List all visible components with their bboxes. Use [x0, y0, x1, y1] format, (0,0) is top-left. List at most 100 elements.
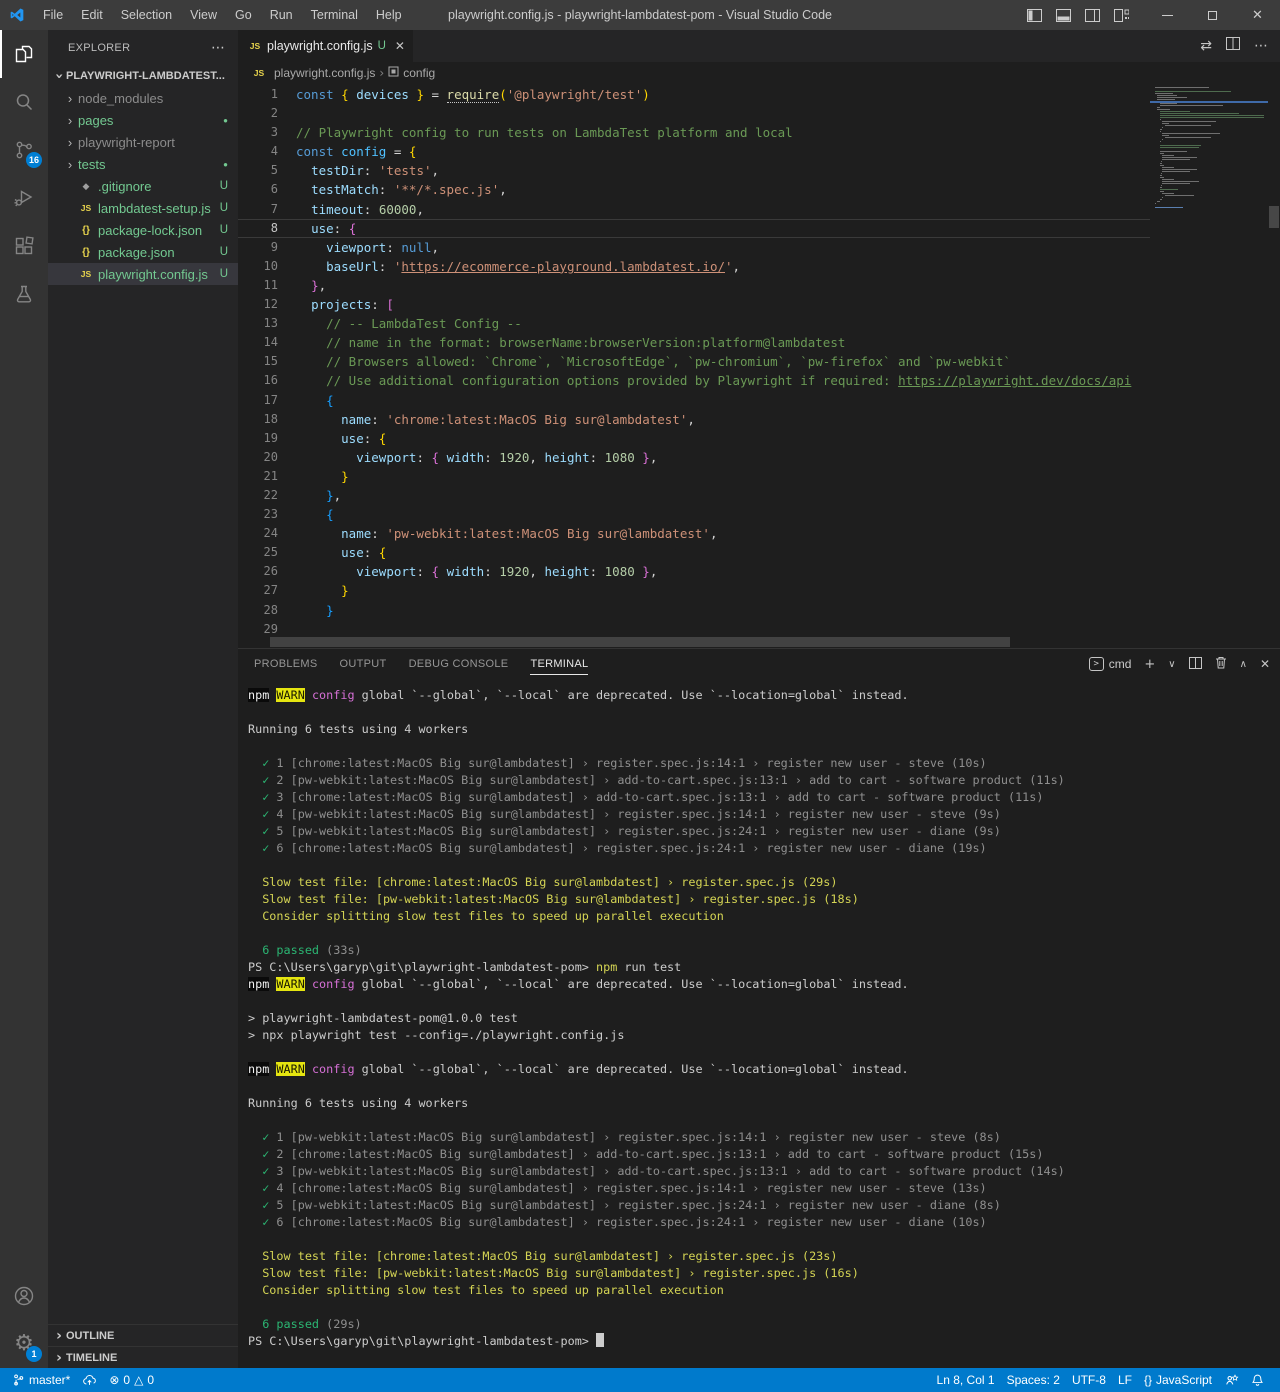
menu-edit[interactable]: Edit	[72, 0, 112, 30]
terminal-line: ✓ 1 [pw-webkit:latest:MacOS Big sur@lamb…	[248, 1129, 1280, 1146]
indentation-setting[interactable]: Spaces: 2	[1001, 1368, 1066, 1392]
panel-tab-terminal[interactable]: TERMINAL	[530, 649, 588, 679]
close-window-button[interactable]: ✕	[1235, 0, 1280, 30]
terminal-line: Running 6 tests using 4 workers	[248, 1095, 1280, 1112]
tree-folder-tests[interactable]: ›tests●	[48, 153, 238, 175]
tree-file-.gitignore[interactable]: ◆.gitignoreU	[48, 175, 238, 197]
editor-horizontal-scrollbar[interactable]	[238, 636, 1280, 648]
code-line-28: 28 }	[238, 601, 1150, 620]
menu-terminal[interactable]: Terminal	[302, 0, 367, 30]
menu-file[interactable]: File	[34, 0, 72, 30]
code-area[interactable]: 1const { devices } = require('@playwrigh…	[238, 84, 1150, 636]
editor-vertical-scrollbar[interactable]	[1268, 84, 1280, 636]
terminal-line	[248, 1231, 1280, 1248]
encoding-setting[interactable]: UTF-8	[1066, 1368, 1112, 1392]
source-control-icon[interactable]: 16	[0, 126, 48, 174]
tree-file-package.json[interactable]: {}package.jsonU	[48, 241, 238, 263]
terminal-output[interactable]: npm WARN config global `--global`, `--lo…	[238, 679, 1280, 1368]
breadcrumb-file[interactable]: playwright.config.js	[274, 66, 375, 80]
terminal-profile[interactable]: > cmd	[1089, 657, 1132, 671]
run-debug-icon[interactable]	[0, 174, 48, 222]
new-terminal-icon[interactable]: +	[1144, 657, 1155, 672]
outline-section[interactable]: › OUTLINE	[48, 1324, 238, 1346]
minimize-button[interactable]	[1145, 0, 1190, 30]
code-line-12: 12 projects: [	[238, 295, 1150, 314]
code-line-13: 13 // -- LambdaTest Config --	[238, 314, 1150, 333]
toggle-secondary-sidebar-icon[interactable]	[1085, 9, 1100, 22]
terminal-line: Slow test file: [chrome:latest:MacOS Big…	[248, 1248, 1280, 1265]
menu-selection[interactable]: Selection	[112, 0, 181, 30]
cursor-position[interactable]: Ln 8, Col 1	[931, 1368, 1001, 1392]
git-status-badge: U	[220, 268, 238, 280]
customize-layout-icon[interactable]	[1114, 9, 1129, 22]
testing-icon[interactable]	[0, 270, 48, 318]
menu-go[interactable]: Go	[226, 0, 261, 30]
close-tab-icon[interactable]: ✕	[395, 39, 405, 53]
timeline-section[interactable]: › TIMELINE	[48, 1346, 238, 1368]
menu-bar: FileEditSelectionViewGoRunTerminalHelp	[34, 0, 411, 30]
vscode-window: FileEditSelectionViewGoRunTerminalHelp p…	[0, 0, 1280, 1392]
terminal-line: 6 passed (33s)	[248, 942, 1280, 959]
tree-folder-node_modules[interactable]: ›node_modules	[48, 87, 238, 109]
notifications-bell-icon[interactable]	[1245, 1368, 1270, 1392]
eol-setting[interactable]: LF	[1112, 1368, 1138, 1392]
explorer-more-actions-icon[interactable]: ⋯	[211, 39, 226, 56]
js-file-icon: JS	[78, 269, 94, 279]
breadcrumb-symbol[interactable]: config	[403, 66, 435, 80]
settings-gear-icon[interactable]: ⚙ 1	[0, 1320, 48, 1368]
terminal-line: Slow test file: [pw-webkit:latest:MacOS …	[248, 1265, 1280, 1282]
chevron-right-icon: ›	[52, 1328, 66, 1344]
toggle-sidebar-icon[interactable]	[1027, 9, 1042, 22]
tree-file-lambdatest-setup.js[interactable]: JSlambdatest-setup.jsU	[48, 197, 238, 219]
close-panel-icon[interactable]: ✕	[1260, 657, 1270, 671]
panel-tab-problems[interactable]: PROBLEMS	[254, 649, 318, 679]
git-untracked-badge: U	[378, 40, 386, 52]
menu-view[interactable]: View	[181, 0, 226, 30]
maximize-button[interactable]	[1190, 0, 1235, 30]
tree-folder-pages[interactable]: ›pages●	[48, 109, 238, 131]
split-terminal-icon[interactable]	[1189, 657, 1202, 672]
code-editor[interactable]: 1const { devices } = require('@playwrigh…	[238, 84, 1280, 636]
tab-playwright-config[interactable]: JS playwright.config.js U ✕	[238, 30, 413, 62]
terminal-line	[248, 857, 1280, 874]
code-line-14: 14 // name in the format: browserName:br…	[238, 333, 1150, 352]
feedback-icon[interactable]	[1218, 1368, 1245, 1392]
terminal-line: PS C:\Users\garyp\git\playwright-lambdat…	[248, 1333, 1280, 1350]
maximize-panel-icon[interactable]: ∧	[1240, 659, 1247, 670]
language-mode[interactable]: {} JavaScript	[1138, 1368, 1218, 1392]
tree-file-package-lock.json[interactable]: {}package-lock.jsonU	[48, 219, 238, 241]
terminal-line: ✓ 1 [chrome:latest:MacOS Big sur@lambdat…	[248, 755, 1280, 772]
panel-header: PROBLEMS OUTPUT DEBUG CONSOLE TERMINAL > cm…	[238, 649, 1280, 679]
git-file-icon: ◆	[78, 181, 94, 192]
code-line-20: 20 viewport: { width: 1920, height: 1080…	[238, 448, 1150, 467]
menu-run[interactable]: Run	[261, 0, 302, 30]
minimap[interactable]	[1150, 84, 1268, 636]
chevron-down-icon: ›	[51, 69, 67, 83]
code-line-19: 19 use: {	[238, 429, 1150, 448]
problems-indicator[interactable]: ⊗0 △0	[103, 1368, 160, 1392]
git-branch-indicator[interactable]: master*	[6, 1368, 76, 1392]
panel-tab-output[interactable]: OUTPUT	[340, 649, 387, 679]
tree-file-playwright.config.js[interactable]: JSplaywright.config.jsU	[48, 263, 238, 285]
toggle-panel-icon[interactable]	[1056, 9, 1071, 22]
publish-changes-icon[interactable]	[76, 1368, 103, 1392]
split-editor-icon[interactable]	[1226, 37, 1240, 55]
search-icon[interactable]	[0, 78, 48, 126]
code-line-21: 21 }	[238, 467, 1150, 486]
terminal-line	[248, 993, 1280, 1010]
explorer-sidebar: EXPLORER ⋯ › PLAYWRIGHT-LAMBDATEST... ›n…	[48, 30, 238, 1368]
panel-tab-debug-console[interactable]: DEBUG CONSOLE	[409, 649, 509, 679]
terminal-dropdown-icon[interactable]: ∨	[1168, 659, 1175, 670]
more-actions-icon[interactable]: ⋯	[1254, 38, 1268, 54]
tree-root-folder[interactable]: › PLAYWRIGHT-LAMBDATEST...	[48, 65, 238, 87]
tree-folder-playwright-report[interactable]: ›playwright-report	[48, 131, 238, 153]
accounts-icon[interactable]	[0, 1272, 48, 1320]
chevron-right-icon: ›	[52, 1350, 66, 1366]
menu-help[interactable]: Help	[367, 0, 411, 30]
open-changes-icon[interactable]: ⇄	[1200, 38, 1212, 54]
git-status-badge: U	[220, 180, 238, 192]
kill-terminal-icon[interactable]	[1215, 656, 1227, 672]
terminal-line: 6 passed (29s)	[248, 1316, 1280, 1333]
explorer-icon[interactable]	[0, 30, 48, 78]
extensions-icon[interactable]	[0, 222, 48, 270]
